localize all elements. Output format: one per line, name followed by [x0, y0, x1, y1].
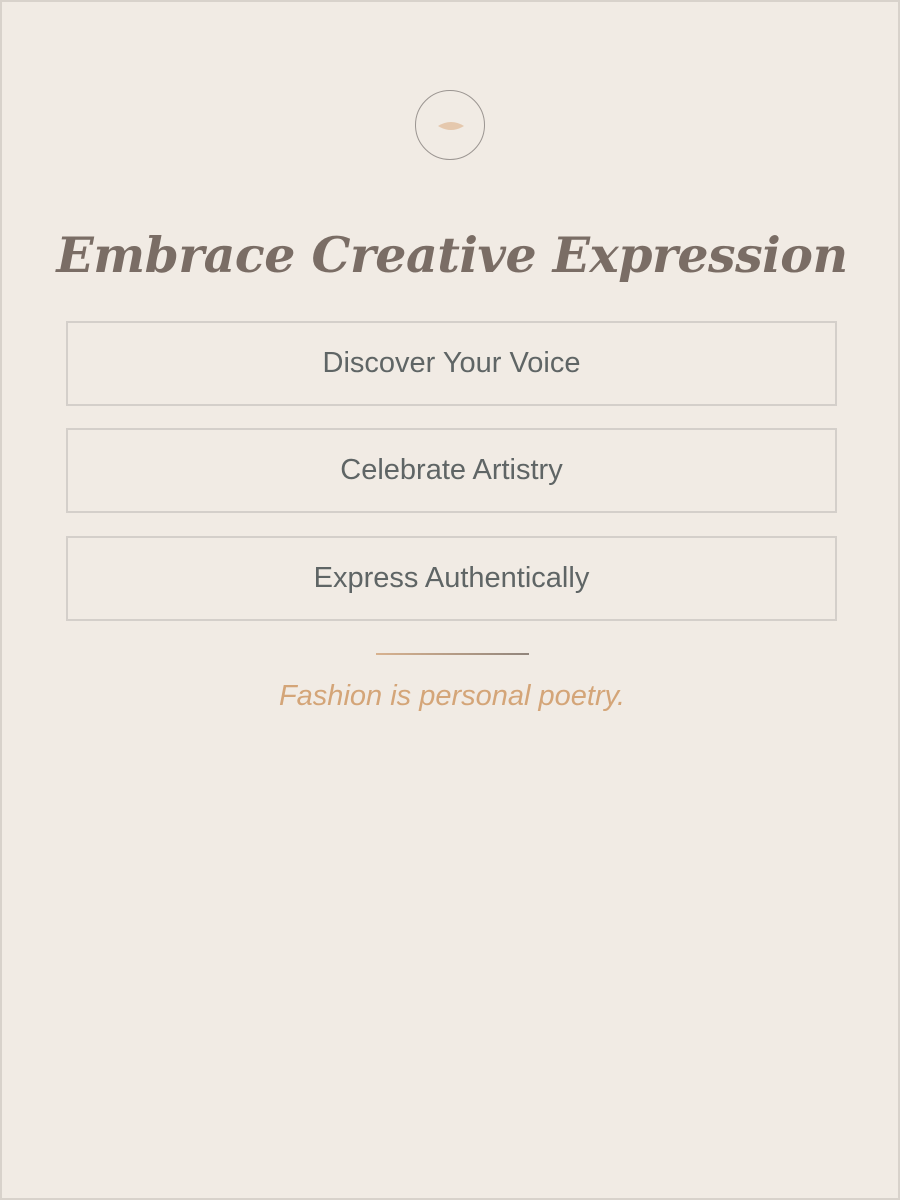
button-label: Celebrate Artistry	[340, 454, 563, 486]
discover-your-voice-button[interactable]: Discover Your Voice	[66, 321, 837, 406]
divider-line	[376, 653, 529, 655]
tagline: Fashion is personal poetry.	[278, 680, 626, 712]
page-title: Embrace Creative Expression	[56, 226, 848, 284]
express-authentically-button[interactable]: Express Authentically	[66, 536, 837, 621]
main-screen: Embrace Creative Expression Discover You…	[0, 0, 900, 1200]
button-label: Discover Your Voice	[322, 347, 581, 379]
eye-icon	[438, 122, 464, 130]
button-label: Express Authentically	[313, 562, 590, 594]
celebrate-artistry-button[interactable]: Celebrate Artistry	[66, 428, 837, 513]
brand-logo	[415, 90, 485, 160]
